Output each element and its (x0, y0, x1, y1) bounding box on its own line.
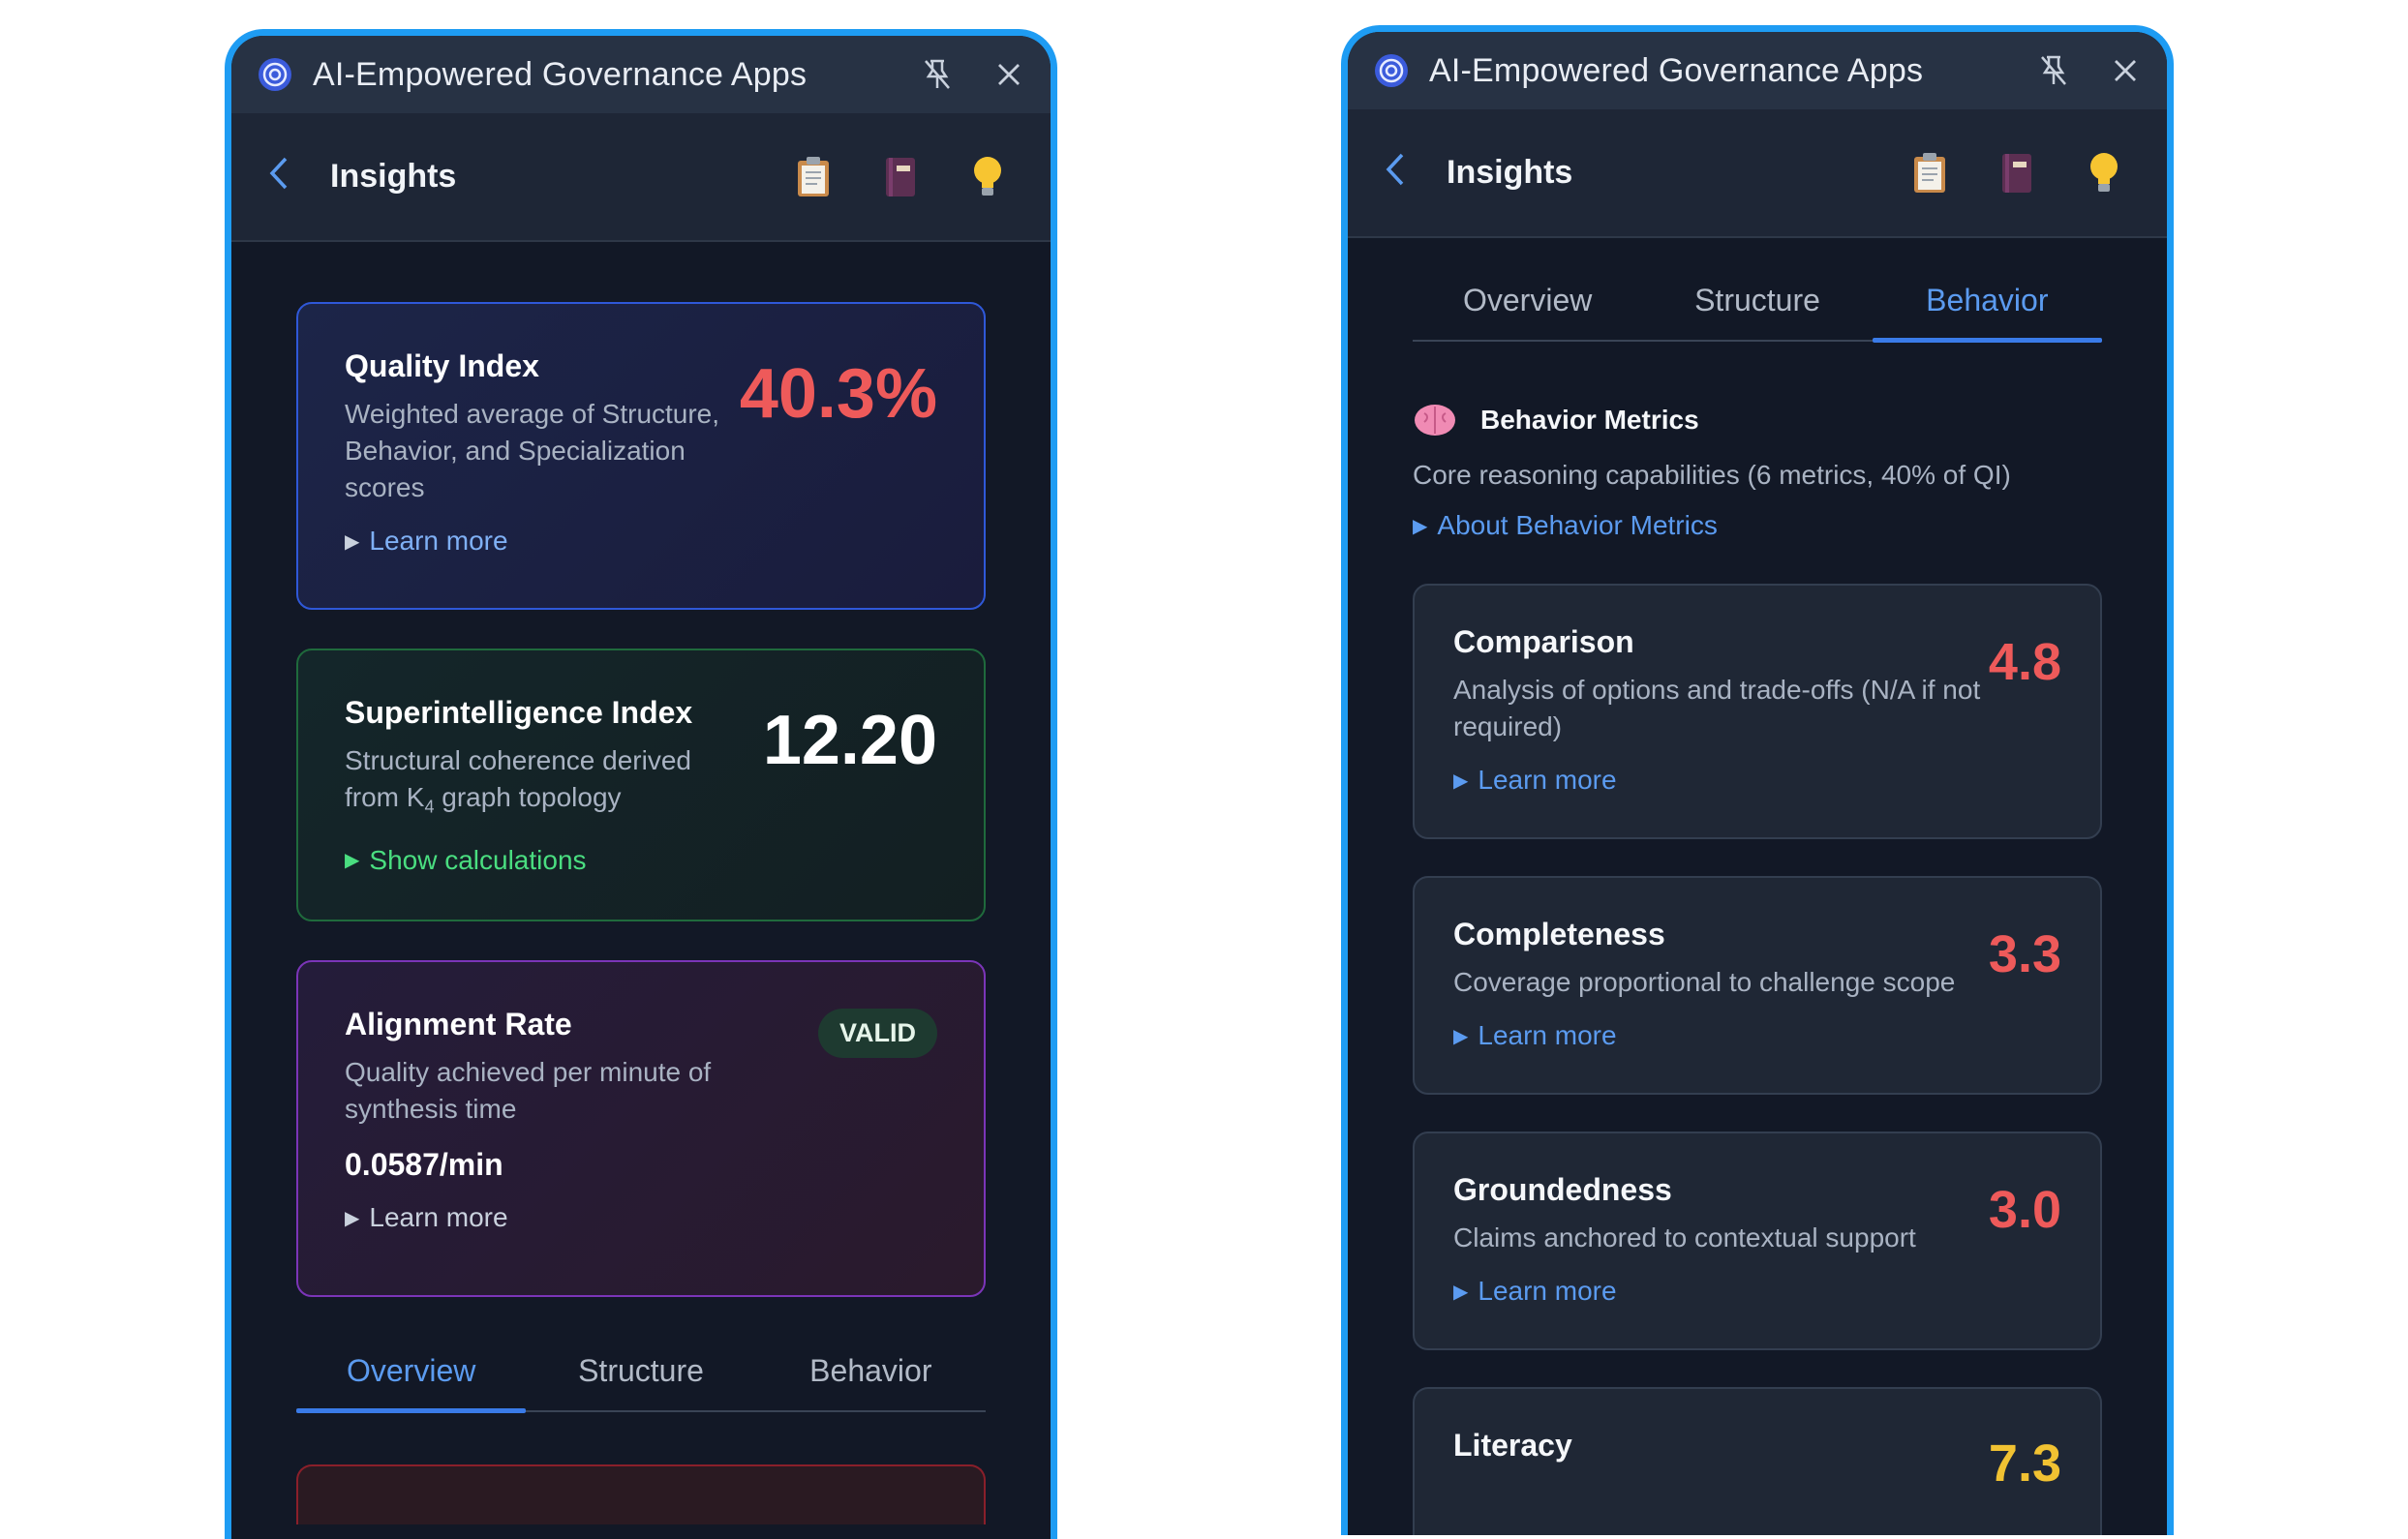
app-logo-icon (1375, 54, 1408, 87)
learn-more-label: Learn more (369, 1202, 508, 1232)
lightbulb-icon[interactable] (2080, 149, 2128, 197)
insights-window-right: AI-Empowered Governance Apps Insights Ov… (1341, 25, 2174, 1535)
metric-card-groundedness: Groundedness Claims anchored to contextu… (1413, 1132, 2102, 1350)
pin-off-icon[interactable] (2037, 54, 2070, 87)
pin-off-icon[interactable] (921, 58, 954, 91)
behavior-section-title: Behavior Metrics (1480, 405, 1699, 435)
metric-value: 3.3 (1988, 925, 2061, 983)
brain-icon (1415, 405, 1455, 436)
notebook-icon[interactable] (876, 153, 925, 201)
title-bar: AI-Empowered Governance Apps (1348, 32, 2167, 109)
behavior-content: Overview Structure Behavior Behavior Met… (1348, 238, 2167, 1535)
metric-value: 7.3 (1988, 1434, 2061, 1493)
metric-learn-more[interactable]: ▶ Learn more (1453, 1276, 2061, 1307)
title-bar: AI-Empowered Governance Apps (231, 36, 1051, 113)
superintelligence-desc: Structural coherence derived from K4 gra… (345, 742, 732, 826)
metric-title: Literacy (1453, 1428, 1572, 1463)
alignment-rate-desc: Quality achieved per minute of synthesis… (345, 1057, 712, 1124)
metric-card-comparison: Comparison Analysis of options and trade… (1413, 584, 2102, 839)
learn-more-label: Learn more (1478, 1276, 1617, 1306)
triangle-right-icon: ▶ (1453, 1281, 1469, 1303)
metric-card-completeness: Completeness Coverage proportional to ch… (1413, 876, 2102, 1095)
tab-structure[interactable]: Structure (526, 1336, 755, 1410)
overview-content: Quality Index Weighted average of Struct… (231, 242, 1051, 1524)
alignment-learn-more[interactable]: ▶ Learn more (345, 1202, 937, 1233)
learn-more-label: Learn more (1478, 765, 1617, 795)
metric-tabs: Overview Structure Behavior (1413, 265, 2103, 343)
close-icon[interactable] (992, 58, 1025, 91)
notebook-icon[interactable] (1993, 149, 2041, 197)
behavior-section-header: Behavior Metrics (1413, 402, 2102, 438)
page-title: Insights (1447, 154, 1573, 191)
chevron-left-icon[interactable] (268, 154, 307, 200)
metric-title: Completeness (1453, 917, 1665, 951)
triangle-right-icon: ▶ (345, 530, 360, 553)
next-card-peek (296, 1464, 986, 1524)
metric-desc: Coverage proportional to challenge scope (1453, 967, 1956, 997)
learn-more-label: Learn more (1478, 1020, 1617, 1050)
clipboard-icon[interactable] (789, 153, 838, 201)
insights-window-left: AI-Empowered Governance Apps Insights Qu… (225, 29, 1057, 1539)
alignment-rate-card: Alignment Rate Quality achieved per minu… (296, 960, 986, 1297)
triangle-right-icon: ▶ (1453, 1025, 1469, 1047)
tab-behavior[interactable]: Behavior (756, 1336, 986, 1410)
metric-card-literacy: Literacy 7.3 (1413, 1387, 2102, 1535)
superintelligence-desc-sub: 4 (424, 797, 435, 817)
app-title: AI-Empowered Governance Apps (313, 55, 808, 93)
metric-desc: Analysis of options and trade-offs (N/A … (1453, 675, 1981, 741)
valid-badge: VALID (818, 1009, 937, 1058)
app-logo-icon (259, 58, 291, 91)
metric-tabs: Overview Structure Behavior (296, 1336, 986, 1413)
metric-learn-more[interactable]: ▶ Learn more (1453, 1020, 2061, 1051)
tab-overview[interactable]: Overview (296, 1336, 527, 1413)
metric-learn-more[interactable]: ▶ Learn more (1453, 765, 2061, 796)
about-behavior-link[interactable]: ▶ About Behavior Metrics (1413, 510, 2102, 541)
learn-more-label: Learn more (369, 526, 508, 556)
triangle-right-icon: ▶ (1413, 515, 1428, 537)
triangle-right-icon: ▶ (345, 1207, 360, 1229)
tab-structure[interactable]: Structure (1642, 265, 1872, 340)
page-header: Insights (231, 113, 1051, 242)
close-icon[interactable] (2109, 54, 2142, 87)
quality-index-desc: Weighted average of Structure, Behavior,… (345, 399, 720, 502)
chevron-left-icon[interactable] (1385, 150, 1423, 196)
metric-value: 3.0 (1988, 1181, 2061, 1239)
show-calculations-label: Show calculations (369, 844, 587, 875)
metric-desc: Claims anchored to contextual support (1453, 1222, 1916, 1252)
tab-overview[interactable]: Overview (1413, 265, 1642, 340)
quality-learn-more[interactable]: ▶ Learn more (345, 526, 937, 557)
triangle-right-icon: ▶ (345, 850, 360, 872)
page-header: Insights (1348, 109, 2167, 238)
show-calculations-link[interactable]: ▶ Show calculations (345, 845, 937, 876)
app-title: AI-Empowered Governance Apps (1429, 51, 1924, 89)
quality-index-card: Quality Index Weighted average of Struct… (296, 302, 986, 610)
metric-title: Comparison (1453, 624, 1634, 659)
alignment-rate-value: 0.0587/min (345, 1147, 503, 1182)
quality-index-value: 40.3% (739, 355, 937, 433)
metric-title: Groundedness (1453, 1172, 1672, 1207)
tab-behavior[interactable]: Behavior (1872, 265, 2103, 343)
superintelligence-desc-part2: graph topology (434, 782, 622, 812)
triangle-right-icon: ▶ (1453, 770, 1469, 792)
lightbulb-icon[interactable] (963, 153, 1012, 201)
superintelligence-card: Superintelligence Index Structural coher… (296, 649, 986, 921)
about-behavior-label: About Behavior Metrics (1437, 510, 1718, 540)
page-title: Insights (330, 158, 457, 195)
metric-value: 4.8 (1988, 633, 2061, 691)
clipboard-icon[interactable] (1905, 149, 1954, 197)
superintelligence-value: 12.20 (762, 702, 937, 779)
behavior-section-subtitle: Core reasoning capabilities (6 metrics, … (1413, 460, 2011, 490)
